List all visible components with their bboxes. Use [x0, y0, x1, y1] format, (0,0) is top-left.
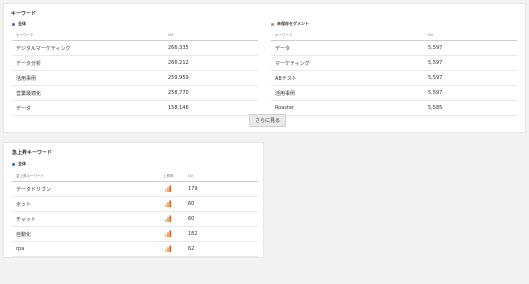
keywords-table-all: キーワード UU デジタルマーケティング 266,335 データ分析 266,2… — [12, 31, 258, 116]
keywords-panel-title: キーワード — [11, 11, 37, 17]
table-row[interactable]: ボット 60 — [12, 197, 258, 212]
keyword-cell: データドリブン — [16, 187, 52, 193]
table-row[interactable]: rpa 62 — [12, 242, 258, 257]
rising-bars-icon — [165, 245, 171, 252]
keyword-cell: rpa — [16, 246, 25, 252]
table-row[interactable]: データ 5,597 — [271, 41, 517, 56]
legend-label: 全体 — [18, 161, 26, 166]
col-uu-header: UU — [428, 33, 434, 37]
uu-cell: 266,335 — [168, 45, 189, 51]
col-trend-header: 上昇率 — [163, 174, 174, 178]
uu-cell: 60 — [188, 216, 195, 222]
show-more-button[interactable]: さらに見る — [249, 114, 286, 127]
uu-cell: 259,959 — [168, 75, 189, 81]
rising-keywords-panel: 急上昇キーワード 全体 急上昇キーワード 上昇率 UU データドリブン 179 … — [3, 142, 264, 258]
col-keyword-header: キーワード — [16, 33, 34, 37]
table-header: 急上昇キーワード 上昇率 UU — [12, 172, 258, 182]
rising-keywords-table: 急上昇キーワード 上昇率 UU データドリブン 179 ボット 60 チャット … — [12, 172, 258, 257]
legend-label: 未保存セグメント — [277, 21, 309, 26]
col-keyword-header: 急上昇キーワード — [16, 174, 44, 178]
table-row[interactable]: 営業最適化 258,770 — [12, 86, 258, 101]
uu-cell: 5,597 — [428, 60, 443, 66]
keyword-cell: ボット — [16, 202, 32, 208]
table-row[interactable]: マーケティング 5,597 — [271, 56, 517, 71]
keyword-cell: データ — [275, 46, 291, 52]
table-row[interactable]: デジタルマーケティング 266,335 — [12, 41, 258, 56]
col-uu-header: UU — [188, 174, 194, 178]
table-row[interactable]: データドリブン 179 — [12, 182, 258, 197]
legend-label: 全体 — [18, 21, 26, 26]
keyword-cell: データ — [16, 106, 32, 112]
rising-bars-icon — [165, 185, 171, 192]
uu-cell: 62 — [188, 246, 195, 252]
table-row[interactable]: ABテスト 5,597 — [271, 71, 517, 86]
col-uu-header: UU — [168, 33, 174, 37]
uu-cell: 266,212 — [168, 60, 189, 66]
keyword-cell: Roaster — [275, 105, 295, 111]
rising-panel-title: 急上昇キーワード — [12, 150, 53, 156]
keyword-cell: 営業最適化 — [16, 91, 42, 97]
col-keyword-header: キーワード — [275, 33, 293, 37]
uu-cell: 5,597 — [428, 90, 443, 96]
table-row[interactable]: データ 158,146 — [12, 101, 258, 116]
uu-cell: 179 — [188, 186, 198, 192]
uu-cell: 5,597 — [428, 45, 443, 51]
legend-all: 全体 — [12, 161, 26, 167]
table-row[interactable]: 活用事例 5,597 — [271, 86, 517, 101]
table-row[interactable]: 活用事例 259,959 — [12, 71, 258, 86]
rising-bars-icon — [165, 230, 171, 237]
uu-cell: 158,146 — [168, 105, 189, 111]
legend-unsaved-segment: 未保存セグメント — [271, 21, 309, 27]
keyword-cell: 活用事例 — [16, 76, 37, 82]
keyword-cell: 活用事例 — [275, 91, 296, 97]
legend-dot-icon — [271, 22, 274, 26]
rising-bars-icon — [165, 215, 171, 222]
keyword-cell: ABテスト — [275, 76, 297, 82]
keyword-cell: チャット — [16, 217, 36, 223]
keyword-cell: 自動化 — [16, 232, 32, 238]
uu-cell: 258,770 — [168, 90, 189, 96]
legend-all: 全体 — [12, 21, 26, 27]
uu-cell: 5,597 — [428, 75, 443, 81]
keyword-cell: デジタルマーケティング — [16, 46, 71, 52]
legend-dot-icon — [12, 22, 15, 26]
uu-cell: 182 — [188, 231, 198, 237]
keyword-cell: データ分析 — [16, 61, 42, 67]
table-row[interactable]: 自動化 182 — [12, 227, 258, 242]
table-header: キーワード UU — [271, 31, 517, 41]
table-header: キーワード UU — [12, 31, 258, 41]
keyword-cell: マーケティング — [275, 61, 310, 67]
uu-cell: 60 — [188, 201, 195, 207]
legend-dot-icon — [12, 162, 15, 166]
table-row[interactable]: チャット 60 — [12, 212, 258, 227]
keywords-table-segment: キーワード UU データ 5,597 マーケティング 5,597 ABテスト 5… — [271, 31, 517, 116]
uu-cell: 5,585 — [428, 105, 443, 111]
rising-bars-icon — [165, 200, 171, 207]
table-row[interactable]: データ分析 266,212 — [12, 56, 258, 71]
table-row[interactable]: Roaster 5,585 — [271, 101, 517, 116]
